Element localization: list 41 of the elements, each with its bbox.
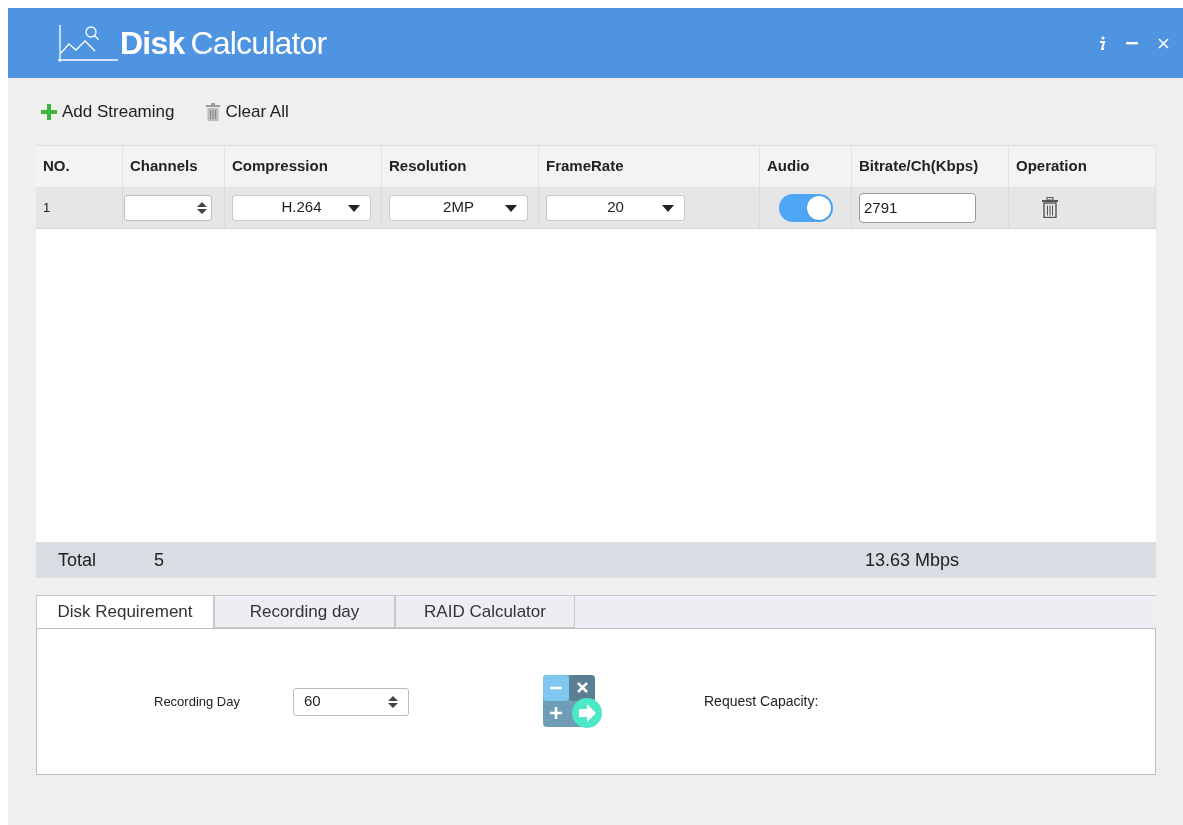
resolution-dropdown[interactable]: 2MP <box>389 194 528 221</box>
bitrate-field[interactable]: 2791 <box>859 192 976 223</box>
recording-day-spinner[interactable]: 60 <box>293 687 409 716</box>
channels-spinner[interactable] <box>124 194 212 221</box>
request-capacity-label: Request Capacity: <box>704 692 819 711</box>
total-label: Total <box>58 548 98 572</box>
total-channels: 5 <box>154 548 164 572</box>
compression-dropdown[interactable]: H.264 <box>232 194 371 221</box>
tab[interactable]: Disk Requirement <box>36 596 214 628</box>
column-header: NO. <box>43 156 70 177</box>
tab[interactable]: RAID Calculator <box>395 596 575 628</box>
column-header: FrameRate <box>546 156 624 177</box>
trash-icon <box>206 102 221 121</box>
total-bitrate: 13.63 Mbps <box>865 548 960 572</box>
info-icon[interactable] <box>1098 36 1106 50</box>
spinner-arrows-icon <box>388 694 398 709</box>
column-header: Operation <box>1016 156 1087 177</box>
audio-toggle[interactable] <box>778 193 833 222</box>
title-bold: Disk <box>120 24 185 63</box>
clear-all-button[interactable]: Clear All <box>206 98 289 125</box>
column-header: Resolution <box>389 156 467 177</box>
spinner-arrows-icon <box>197 200 207 215</box>
column-header: Channels <box>130 156 198 177</box>
column-header: Bitrate/Ch(Kbps) <box>859 156 979 177</box>
chart-magnifier-logo-icon <box>56 23 118 63</box>
plus-icon <box>41 103 57 120</box>
column-header: Compression <box>232 156 328 177</box>
tab[interactable]: Recording day <box>214 596 395 628</box>
caret-icon <box>505 204 517 212</box>
column-header: Audio <box>767 156 810 177</box>
delete-icon[interactable] <box>1041 197 1059 218</box>
frame-rate-dropdown[interactable]: 20 <box>546 194 685 221</box>
calculator-icon[interactable] <box>543 674 605 729</box>
minimize-icon[interactable] <box>1126 41 1138 45</box>
recording-day-label: Recording Day <box>154 692 240 711</box>
row-number: 1 <box>43 198 51 217</box>
caret-icon <box>662 204 674 212</box>
add-streaming-button[interactable]: Add Streaming <box>41 98 175 125</box>
close-icon[interactable] <box>1158 37 1169 49</box>
caret-icon <box>348 204 360 212</box>
title-text: Calculator <box>190 24 327 63</box>
